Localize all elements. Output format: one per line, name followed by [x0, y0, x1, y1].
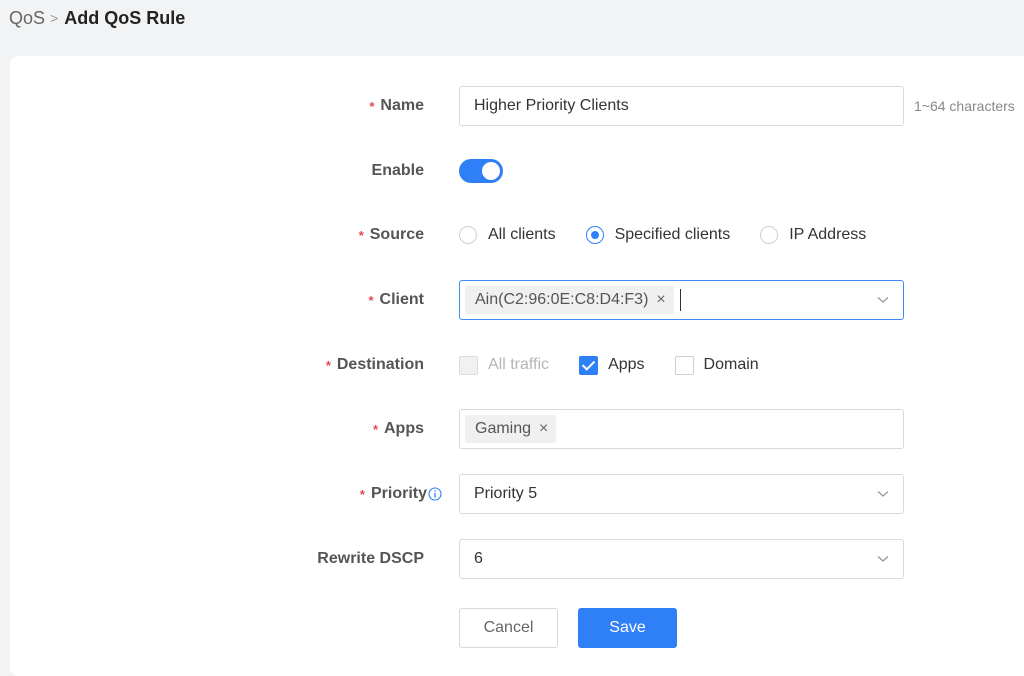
client-row: * Client Ain(C2:96:0E:C8:D4:F3) × — [0, 280, 1024, 320]
apps-label: * Apps — [373, 409, 424, 449]
chevron-down-icon[interactable] — [877, 555, 889, 563]
source-option-all-clients[interactable]: All clients — [459, 226, 556, 244]
source-option-label: Specified clients — [614, 226, 731, 243]
checkbox-all-traffic — [459, 355, 478, 375]
save-button[interactable]: Save — [578, 608, 677, 648]
apps-row: * Apps Gaming × — [0, 409, 1024, 449]
client-label-text: Client — [379, 291, 424, 308]
page-title: Add QoS Rule — [64, 7, 186, 28]
enable-label: Enable — [372, 151, 424, 191]
destination-option-all-traffic: All traffic — [459, 355, 550, 375]
chevron-down-icon[interactable] — [877, 490, 889, 498]
source-label: * Source — [359, 215, 424, 255]
text-caret — [679, 289, 681, 311]
client-tag: Ain(C2:96:0E:C8:D4:F3) × — [465, 286, 674, 314]
required-marker: * — [368, 292, 374, 308]
destination-option-label: Domain — [703, 356, 759, 373]
checkbox-apps[interactable] — [579, 355, 599, 375]
priority-row: * Priority Priority 5 — [0, 474, 1024, 514]
destination-row: * Destination All traffic Apps Domain — [0, 345, 1024, 385]
priority-label: * Priority — [360, 474, 442, 514]
tag-remove-icon[interactable]: × — [539, 420, 548, 438]
source-option-label: All clients — [488, 226, 556, 243]
chevron-down-icon[interactable] — [877, 296, 889, 304]
required-marker: * — [358, 227, 364, 243]
rewrite-dscp-row: Rewrite DSCP 6 — [0, 539, 1024, 579]
name-hint: 1~64 characters — [914, 98, 1015, 114]
tag-remove-icon[interactable]: × — [656, 291, 665, 309]
radio-specified-clients[interactable] — [585, 226, 604, 244]
radio-all-clients[interactable] — [459, 226, 477, 244]
breadcrumb-qos-link[interactable]: QoS — [9, 8, 45, 29]
radio-ip-address[interactable] — [760, 226, 779, 244]
checkbox-domain[interactable] — [674, 355, 694, 375]
enable-label-text: Enable — [371, 162, 424, 179]
priority-select-value: Priority 5 — [474, 485, 538, 502]
destination-option-domain[interactable]: Domain — [674, 355, 759, 375]
source-option-ip-address[interactable]: IP Address — [760, 226, 866, 244]
toggle-knob — [482, 162, 500, 180]
destination-option-apps[interactable]: Apps — [579, 355, 645, 375]
priority-select[interactable]: Priority 5 — [459, 474, 904, 514]
name-row: * Name Higher Priority Clients 1~64 char… — [0, 86, 1024, 126]
rewrite-dscp-select[interactable]: 6 — [459, 539, 904, 579]
destination-label: * Destination — [326, 345, 424, 385]
source-option-specified-clients[interactable]: Specified clients — [585, 226, 731, 244]
source-row: * Source All clients Specified clients I… — [0, 215, 1024, 255]
info-icon[interactable] — [428, 487, 442, 501]
name-input-value: Higher Priority Clients — [474, 97, 629, 114]
name-input[interactable]: Higher Priority Clients — [459, 86, 904, 126]
client-tag-label: Ain(C2:96:0E:C8:D4:F3) — [475, 291, 649, 308]
cancel-button[interactable]: Cancel — [459, 608, 558, 648]
source-option-label: IP Address — [789, 226, 867, 243]
enable-toggle[interactable] — [459, 159, 503, 183]
required-marker: * — [359, 486, 365, 502]
client-label: * Client — [368, 280, 424, 320]
source-label-text: Source — [369, 226, 424, 243]
destination-label-text: Destination — [336, 356, 424, 373]
apps-tag: Gaming × — [465, 415, 557, 443]
name-label: * Name — [369, 86, 424, 126]
breadcrumb-separator-icon: > — [50, 10, 59, 26]
apps-label-text: Apps — [384, 420, 424, 437]
client-select[interactable]: Ain(C2:96:0E:C8:D4:F3) × — [459, 280, 904, 320]
rewrite-dscp-label-text: Rewrite DSCP — [317, 550, 424, 567]
required-marker: * — [372, 421, 378, 437]
breadcrumb: QoS > Add QoS Rule — [9, 7, 185, 29]
rewrite-dscp-select-value: 6 — [474, 550, 483, 567]
apps-tag-label: Gaming — [475, 420, 532, 437]
required-marker: * — [369, 98, 375, 114]
enable-row: Enable — [0, 151, 1024, 191]
rewrite-dscp-label: Rewrite DSCP — [317, 539, 424, 579]
name-label-text: Name — [380, 97, 424, 114]
priority-label-text: Priority — [370, 485, 427, 502]
required-marker: * — [325, 357, 331, 373]
destination-option-label: All traffic — [488, 356, 550, 373]
destination-option-label: Apps — [608, 356, 645, 373]
apps-select[interactable]: Gaming × — [459, 409, 904, 449]
